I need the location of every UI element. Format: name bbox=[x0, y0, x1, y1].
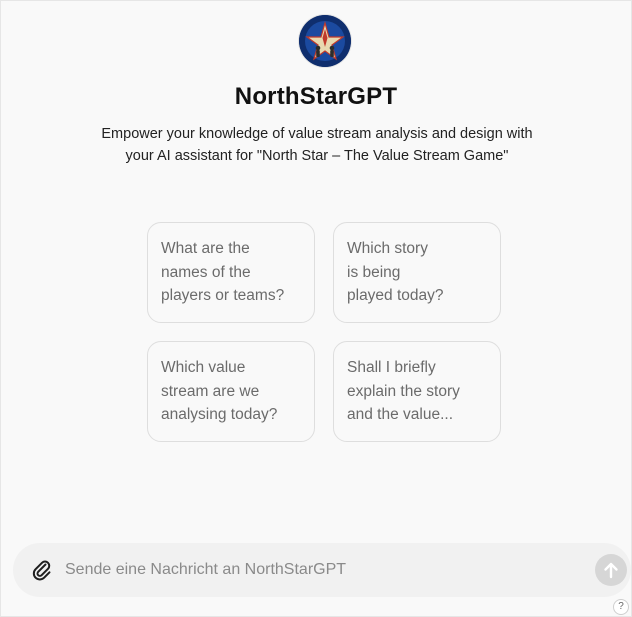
paperclip-icon[interactable] bbox=[29, 557, 55, 583]
gpt-description: Empower your knowledge of value stream a… bbox=[71, 123, 563, 167]
help-button[interactable]: ? bbox=[613, 599, 629, 615]
send-button[interactable] bbox=[595, 554, 627, 586]
message-input[interactable] bbox=[65, 553, 565, 587]
gpt-description-line: your AI assistant for "North Star – The … bbox=[125, 148, 509, 164]
message-composer bbox=[13, 543, 631, 597]
gpt-description-line: Empower your knowledge of value stream a… bbox=[101, 126, 533, 142]
suggestion-card[interactable]: Which value stream are we analysing toda… bbox=[147, 341, 315, 442]
page-title: NorthStarGPT bbox=[234, 83, 398, 110]
north-star-logo-icon bbox=[299, 15, 351, 67]
suggestion-card[interactable]: What are the names of the players or tea… bbox=[147, 222, 315, 323]
chat-window: NorthStarGPT Empower your knowledge of v… bbox=[0, 0, 632, 617]
suggestion-card[interactable]: Which story is being played today? bbox=[333, 222, 501, 323]
suggestion-grid: What are the names of the players or tea… bbox=[147, 222, 503, 444]
arrow-up-icon bbox=[604, 562, 618, 579]
suggestion-card[interactable]: Shall I briefly explain the story and th… bbox=[333, 341, 501, 442]
